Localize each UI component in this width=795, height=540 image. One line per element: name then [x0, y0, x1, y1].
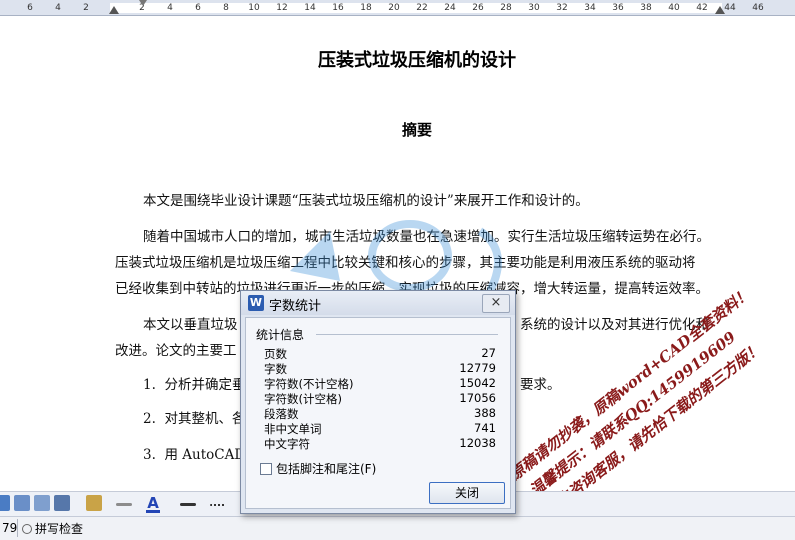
- list-item: 2. 对其整机、各: [143, 407, 245, 427]
- clipart-icon[interactable]: [14, 495, 30, 511]
- list-item-tail: 要求。: [520, 377, 561, 393]
- ruler-tick: 38: [640, 3, 652, 13]
- stat-row: 字符数(计空格) 17056: [264, 391, 496, 406]
- paragraph-line: 本文以垂直垃圾: [143, 317, 238, 333]
- ruler-tick: 6: [27, 3, 33, 13]
- ruler-tick: 46: [752, 3, 764, 13]
- font-color-icon[interactable]: A: [146, 494, 160, 513]
- list-number: 2.: [143, 411, 156, 427]
- ruler-tick: 16: [332, 3, 344, 13]
- stat-label: 页数: [264, 347, 287, 361]
- stat-row: 中文字符 12038: [264, 436, 496, 451]
- wps-logo-icon: W: [248, 295, 264, 311]
- ruler-tick: 44: [724, 3, 736, 13]
- ruler-tick: 18: [360, 3, 372, 13]
- ruler-tick: 34: [584, 3, 596, 13]
- stat-label: 非中文单词: [264, 422, 322, 436]
- stat-row: 字数 12779: [264, 361, 496, 376]
- status-separator: [17, 519, 18, 537]
- ruler-tick: 40: [668, 3, 680, 13]
- document-title: 压装式垃圾压缩机的设计: [318, 50, 516, 71]
- ruler-tick: 32: [556, 3, 568, 13]
- stat-value: 15042: [459, 376, 496, 390]
- chart-icon[interactable]: [54, 495, 70, 511]
- list-number: 3.: [143, 447, 156, 463]
- dialog-body: 统计信息 页数 27 字数 12779 字符数(不计空格) 15042 字符数(…: [245, 317, 511, 509]
- ruler-tick: 36: [612, 3, 624, 13]
- ruler-tick: 42: [696, 3, 708, 13]
- ruler-tick: 8: [223, 3, 229, 13]
- ruler-tick: 26: [472, 3, 484, 13]
- ruler-tick: 4: [167, 3, 173, 13]
- ruler-tick: 4: [55, 3, 61, 13]
- stat-value: 12038: [459, 436, 496, 450]
- list-number: 1.: [143, 377, 156, 393]
- stat-label: 字数: [264, 362, 287, 376]
- stat-label: 段落数: [264, 407, 299, 421]
- stat-label: 字符数(计空格): [264, 392, 342, 406]
- spell-check-icon: [22, 523, 32, 534]
- stat-row: 字符数(不计空格) 15042: [264, 376, 496, 391]
- stat-label: 中文字符: [264, 437, 310, 451]
- dialog-title: 字数统计: [269, 299, 322, 314]
- stat-value: 27: [481, 346, 496, 360]
- page-number-fragment: 79: [2, 521, 18, 535]
- fill-color-icon[interactable]: [86, 495, 102, 511]
- spell-check-button[interactable]: 拼写检查: [22, 520, 83, 537]
- stamp-line: 温馨提示：请联系QQ:1459919609: [526, 327, 740, 500]
- dialog-titlebar[interactable]: W 字数统计 ×: [241, 291, 515, 315]
- ruler-tick: 24: [444, 3, 456, 13]
- stat-row: 段落数 388: [264, 406, 496, 421]
- stat-value: 12779: [459, 361, 496, 375]
- group-label: 统计信息: [256, 328, 305, 342]
- image-icon[interactable]: [34, 495, 50, 511]
- list-text: 分析并确定垂: [164, 377, 246, 393]
- abstract-heading: 摘要: [401, 121, 432, 139]
- paragraph-line: 改进。论文的主要工: [115, 343, 237, 359]
- close-button[interactable]: 关闭: [429, 482, 505, 504]
- include-footnotes-checkbox-row[interactable]: 包括脚注和尾注(F): [260, 460, 376, 477]
- stat-value: 741: [474, 421, 496, 435]
- right-indent-marker[interactable]: [715, 6, 725, 14]
- ruler-tick: 2: [83, 3, 89, 13]
- picture-icon[interactable]: [0, 495, 10, 511]
- word-count-dialog: W 字数统计 × 统计信息 页数 27 字数 12779 字符数(不计空格) 1…: [240, 290, 516, 514]
- list-text: 对其整机、各: [164, 411, 246, 427]
- ruler-tick: 20: [388, 3, 400, 13]
- list-item: 1. 分析并确定垂: [143, 373, 245, 393]
- stat-label: 字符数(不计空格): [264, 377, 354, 391]
- ruler-tick: 12: [276, 3, 288, 13]
- ruler-tick: 14: [304, 3, 316, 13]
- first-line-indent-marker[interactable]: [139, 0, 147, 6]
- ruler-tick: 10: [248, 3, 260, 13]
- include-footnotes-checkbox[interactable]: [260, 462, 272, 475]
- close-icon[interactable]: ×: [482, 294, 510, 313]
- ruler-tick: 6: [195, 3, 201, 13]
- spell-check-label: 拼写检查: [35, 522, 84, 536]
- group-divider: [316, 334, 498, 335]
- line-style-icon[interactable]: [180, 503, 196, 506]
- horizontal-ruler[interactable]: 6 4 2 2 4 6 8 10 12 14 16 18 20 22 24 26…: [0, 0, 795, 16]
- status-bar: 79 拼写检查: [0, 516, 795, 540]
- dash-style-icon[interactable]: [210, 504, 226, 506]
- stat-value: 388: [474, 406, 496, 420]
- line-color-icon[interactable]: [116, 503, 132, 506]
- stat-value: 17056: [459, 391, 496, 405]
- ruler-tick: 28: [500, 3, 512, 13]
- include-footnotes-label: 包括脚注和尾注(F): [276, 462, 377, 476]
- stat-row: 页数 27: [264, 346, 496, 361]
- ruler-tick: 30: [528, 3, 540, 13]
- stat-row: 非中文单词 741: [264, 421, 496, 436]
- ruler-tick: 22: [416, 3, 428, 13]
- left-indent-marker[interactable]: [109, 6, 119, 14]
